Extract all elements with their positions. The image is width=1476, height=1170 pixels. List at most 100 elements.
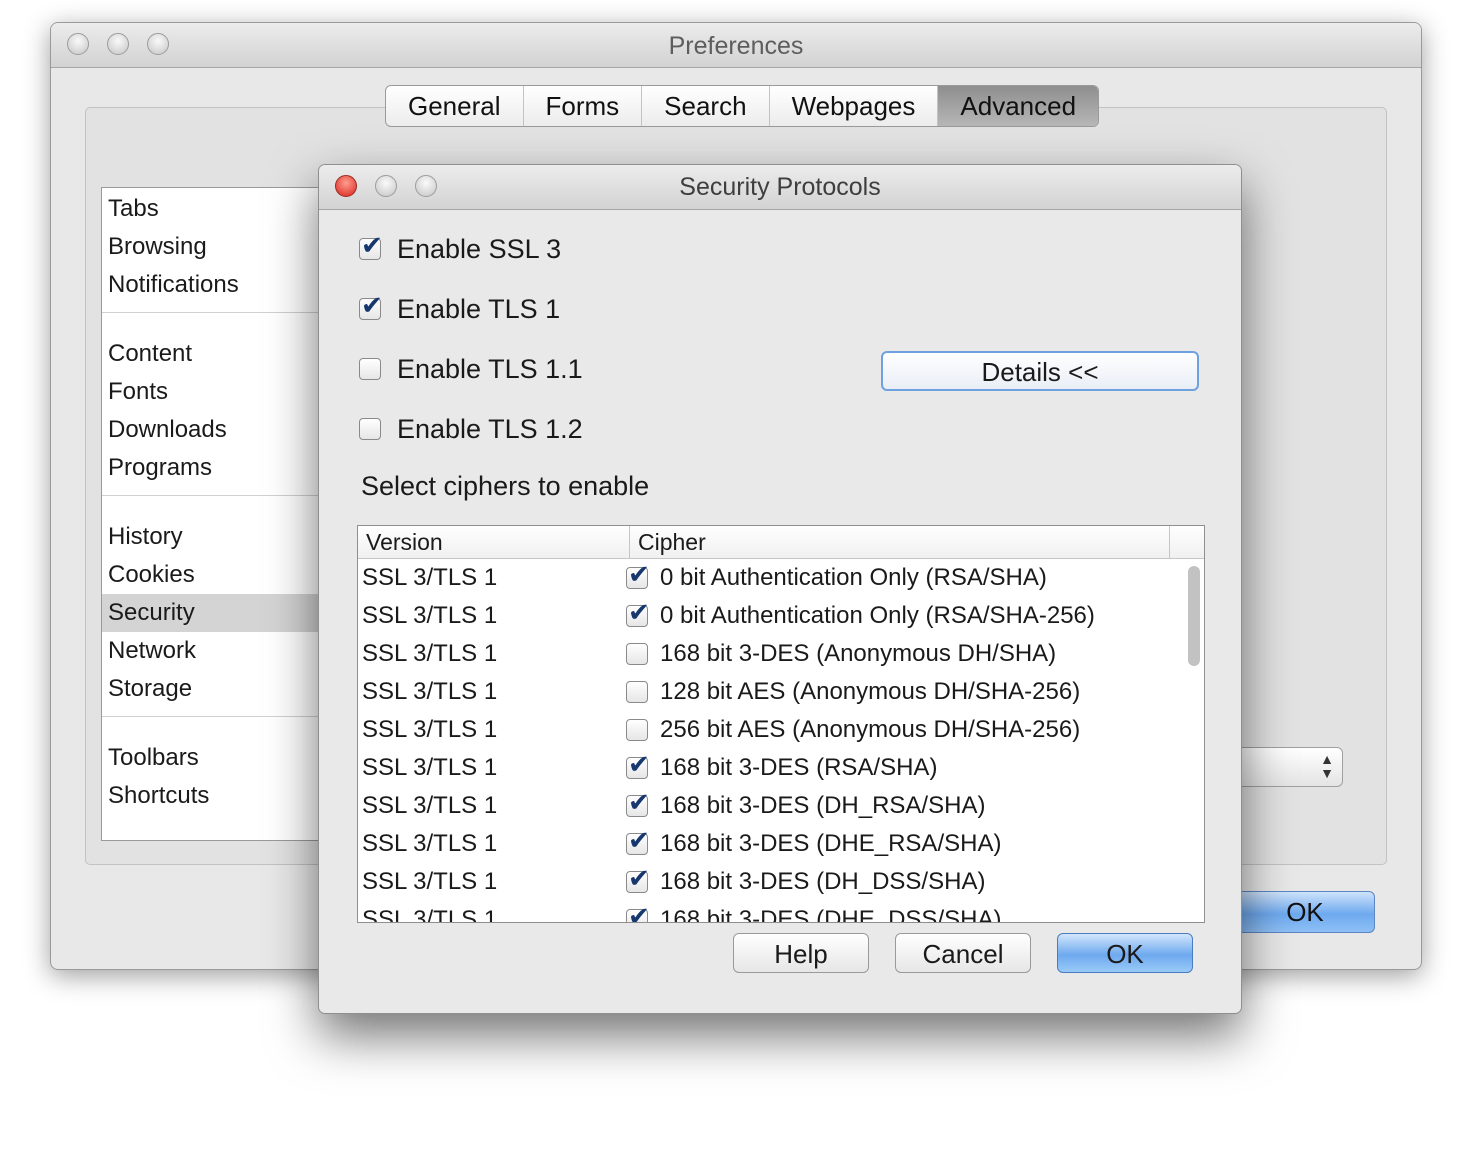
sidebar-item-network[interactable]: Network [102,632,342,670]
version-column-header[interactable]: Version [358,526,630,558]
preferences-ok-button[interactable]: OK [1235,891,1375,933]
sidebar-item-shortcuts[interactable]: Shortcuts [102,777,342,815]
table-row[interactable]: SSL 3/TLS 1 168 bit 3-DES (Anonymous DH/S… [358,635,1204,673]
protocol-option[interactable]: ✔ Enable SSL 3 [359,230,562,267]
category-group: Tabs Browsing Notifications [102,188,342,313]
cipher-column-header[interactable]: Cipher [630,526,1170,558]
protocol-option[interactable]: Enable TLS 1.2 [359,411,583,447]
cipher-checkbox[interactable] [626,643,648,665]
table-row[interactable]: SSL 3/TLS 1 128 bit AES (Anonymous DH/SHA… [358,673,1204,711]
table-row[interactable]: SSL 3/TLS 1 ✔ 168 bit 3-DES (DHE_DSS/SHA) [358,901,1204,923]
cipher-label: 128 bit AES (Anonymous DH/SHA-256) [660,678,1081,705]
cipher-cell: ✔ 168 bit 3-DES (RSA/SHA) [626,749,938,782]
cipher-checkbox[interactable] [626,719,648,741]
sidebar-item-storage[interactable]: Storage [102,670,342,708]
cipher-checkbox[interactable]: ✔ [626,559,650,589]
table-row[interactable]: SSL 3/TLS 1 ✔ 0 bit Authentication Only (R… [358,559,1204,597]
security-protocols-dialog: Security Protocols ✔ Enable SSL 3 ✔ Enable … [318,164,1242,1014]
sidebar-item-fonts[interactable]: Fonts [102,373,342,411]
cipher-cell: 128 bit AES (Anonymous DH/SHA-256) [626,678,1080,706]
details-button[interactable]: Details << [881,351,1199,391]
ok-button[interactable]: OK [1057,933,1193,973]
version-cell: SSL 3/TLS 1 [362,754,498,781]
table-row[interactable]: SSL 3/TLS 1 ✔ 168 bit 3-DES (DH_RSA/SHA) [358,787,1204,825]
version-cell: SSL 3/TLS 1 [362,640,498,667]
checkmark-icon: ✔ [628,901,650,923]
category-spacer [102,498,342,518]
cancel-button[interactable]: Cancel [895,933,1031,973]
sidebar-item-programs[interactable]: Programs [102,449,342,487]
tab-webpages[interactable]: Webpages [770,86,939,126]
cipher-label: 256 bit AES (Anonymous DH/SHA-256) [660,716,1081,743]
protocol-label: Enable TLS 1.2 [397,413,583,444]
version-cell: SSL 3/TLS 1 [362,716,498,743]
cipher-table-body: SSL 3/TLS 1 ✔ 0 bit Authentication Only (R… [358,559,1204,923]
sidebar-item-history[interactable]: History [102,518,342,556]
sidebar-item-content[interactable]: Content [102,335,342,373]
tab-search[interactable]: Search [642,86,770,126]
tab-forms[interactable]: Forms [524,86,643,126]
cipher-label: 0 bit Authentication Only (RSA/SHA-256) [660,602,1095,629]
checkmark-icon: ✔ [361,290,383,320]
version-cell: SSL 3/TLS 1 [362,906,498,923]
checkmark-icon: ✔ [628,787,650,817]
tab-advanced[interactable]: Advanced [938,86,1099,126]
cipher-cell: ✔ 0 bit Authentication Only (RSA/SHA) [626,559,1047,592]
cipher-checkbox[interactable]: ✔ [626,901,650,922]
dialog-title: Security Protocols [679,173,881,201]
category-spacer [102,315,342,335]
checkmark-icon: ✔ [628,749,650,779]
version-cell: SSL 3/TLS 1 [362,602,498,629]
version-cell: SSL 3/TLS 1 [362,792,498,819]
protocol-checkbox[interactable] [359,358,381,380]
tab-general[interactable]: General [386,86,524,126]
sidebar-item-tabs[interactable]: Tabs [102,190,342,228]
checkmark-icon: ✔ [628,597,650,627]
table-row[interactable]: SSL 3/TLS 1 ✔ 168 bit 3-DES (DHE_RSA/SHA) [358,825,1204,863]
protocol-checkbox[interactable]: ✔ [359,230,383,260]
category-list: Tabs Browsing Notifications Content Fonts Dow… [101,187,343,841]
preferences-title: Preferences [668,32,804,60]
version-cell: SSL 3/TLS 1 [362,564,498,591]
protocol-option[interactable]: ✔ Enable TLS 1 [359,290,561,327]
protocol-checkbox[interactable] [359,418,381,440]
protocol-label: Enable TLS 1 [397,293,561,324]
cipher-table-scrollbar[interactable] [1188,566,1200,666]
cipher-cell: ✔ 168 bit 3-DES (DHE_DSS/SHA) [626,901,1001,922]
cipher-cell: ✔ 168 bit 3-DES (DH_RSA/SHA) [626,787,985,820]
sidebar-item-browsing[interactable]: Browsing [102,228,342,266]
cipher-checkbox[interactable]: ✔ [626,825,650,855]
version-cell: SSL 3/TLS 1 [362,678,498,705]
table-row[interactable]: SSL 3/TLS 1 ✔ 168 bit 3-DES (RSA/SHA) [358,749,1204,787]
cipher-checkbox[interactable] [626,681,648,703]
category-spacer [102,719,342,739]
help-button[interactable]: Help [733,933,869,973]
cipher-label: 0 bit Authentication Only (RSA/SHA) [660,564,1047,591]
cipher-table: Version Cipher SSL 3/TLS 1 ✔ 0 bit Authent… [357,525,1205,923]
category-group: Content Fonts Downloads Programs [102,313,342,496]
preferences-select[interactable]: ▲ ▼ [1235,747,1343,787]
table-row[interactable]: SSL 3/TLS 1 256 bit AES (Anonymous DH/SHA… [358,711,1204,749]
table-row[interactable]: SSL 3/TLS 1 ✔ 168 bit 3-DES (DH_DSS/SHA) [358,863,1204,901]
preferences-titlebar: Preferences [51,23,1421,68]
cipher-label: 168 bit 3-DES (RSA/SHA) [660,754,938,781]
table-row[interactable]: SSL 3/TLS 1 ✔ 0 bit Authentication Only (R… [358,597,1204,635]
checkmark-icon: ✔ [628,825,650,855]
sidebar-item-downloads[interactable]: Downloads [102,411,342,449]
category-group: Toolbars Shortcuts [102,717,342,823]
protocol-checkbox[interactable]: ✔ [359,290,383,320]
sidebar-item-notifications[interactable]: Notifications [102,266,342,304]
sidebar-item-security[interactable]: Security [102,594,342,632]
ciphers-section-label: Select ciphers to enable [361,471,650,501]
protocol-label: Enable SSL 3 [397,233,562,264]
cipher-checkbox[interactable]: ✔ [626,863,650,893]
checkmark-icon: ✔ [361,230,383,260]
cipher-checkbox[interactable]: ✔ [626,597,650,627]
cipher-checkbox[interactable]: ✔ [626,749,650,779]
category-group: History Cookies Security Network Storage [102,496,342,717]
cipher-checkbox[interactable]: ✔ [626,787,650,817]
sidebar-item-cookies[interactable]: Cookies [102,556,342,594]
sidebar-item-toolbars[interactable]: Toolbars [102,739,342,777]
protocol-option[interactable]: Enable TLS 1.1 [359,351,583,387]
cipher-cell: ✔ 0 bit Authentication Only (RSA/SHA-256) [626,597,1095,630]
